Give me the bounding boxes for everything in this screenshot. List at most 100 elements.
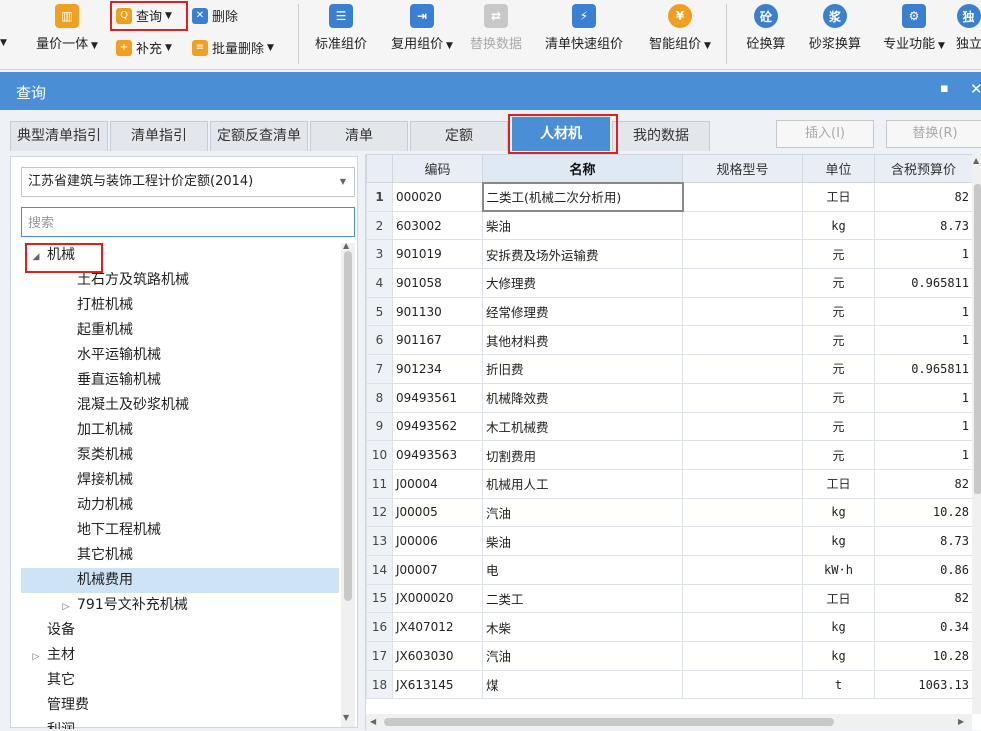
tree-item[interactable]: 水平运输机械 xyxy=(21,343,339,368)
cell-spec[interactable] xyxy=(682,325,803,356)
table-row[interactable]: 14 J00007 电 kW·h 0.86 xyxy=(366,554,973,585)
tree-item[interactable]: 加工机械 xyxy=(21,418,339,443)
cell-unit[interactable]: 工日 xyxy=(802,583,875,614)
cell-name[interactable]: 电 xyxy=(482,554,683,585)
table-row[interactable]: 10 09493563 切割费用 元 1 xyxy=(366,440,973,470)
tree-item[interactable]: 机械费用 xyxy=(21,568,339,593)
tree-item[interactable]: 焊接机械 xyxy=(21,468,339,493)
cell-name[interactable]: 汽油 xyxy=(482,641,683,671)
row-index[interactable]: 18 xyxy=(366,669,393,700)
cell-code[interactable]: 09493563 xyxy=(392,440,483,470)
cell-unit[interactable]: 元 xyxy=(802,325,875,356)
tree-item[interactable]: 其它 xyxy=(21,668,339,693)
quick-group-button[interactable]: ⚡ 清单快速组价 xyxy=(536,4,632,52)
table-scroll-thumb[interactable] xyxy=(974,184,981,494)
overflow-left-button[interactable]: ▼ xyxy=(0,38,7,48)
cell-name[interactable]: 煤 xyxy=(482,669,683,700)
row-index[interactable]: 16 xyxy=(366,612,393,642)
cell-code[interactable]: 901167 xyxy=(392,325,483,356)
row-index[interactable]: 6 xyxy=(366,325,393,356)
cell-spec[interactable] xyxy=(682,497,803,528)
cell-name[interactable]: 二类工 xyxy=(482,583,683,614)
cell-price[interactable]: 0.86 xyxy=(874,554,973,585)
cell-code[interactable]: 000020 xyxy=(392,182,483,212)
cell-code[interactable]: 09493561 xyxy=(392,382,483,413)
cell-unit[interactable]: kg xyxy=(802,497,875,528)
scroll-down-icon[interactable]: ▼ xyxy=(343,713,349,722)
cell-spec[interactable] xyxy=(682,440,803,470)
cell-name[interactable]: 柴油 xyxy=(482,526,683,556)
cell-code[interactable]: 603002 xyxy=(392,210,483,241)
table-row[interactable]: 16 JX407012 木柴 kg 0.34 xyxy=(366,612,973,642)
cell-spec[interactable] xyxy=(682,554,803,585)
tree-item[interactable]: 管理费 xyxy=(21,693,339,718)
cell-name[interactable]: 切割费用 xyxy=(482,440,683,470)
cell-price[interactable]: 82 xyxy=(874,583,973,614)
pro-function-button[interactable]: ⚙ 专业功能 ▼ xyxy=(874,4,954,52)
query-button[interactable]: Q 查询 ▼ xyxy=(116,6,172,25)
cell-unit[interactable]: kg xyxy=(802,526,875,556)
tree-item[interactable]: 混凝土及砂浆机械 xyxy=(21,393,339,418)
cell-code[interactable]: 901130 xyxy=(392,296,483,327)
header-price[interactable]: 含税预算价 xyxy=(874,154,973,183)
cell-code[interactable]: J00007 xyxy=(392,554,483,585)
cell-price[interactable]: 1063.13 xyxy=(874,669,973,700)
cell-unit[interactable]: 元 xyxy=(802,440,875,470)
cell-unit[interactable]: kg xyxy=(802,641,875,671)
table-row[interactable]: 17 JX603030 汽油 kg 10.28 xyxy=(366,641,973,671)
cell-unit[interactable]: kg xyxy=(802,612,875,642)
header-unit[interactable]: 单位 xyxy=(802,154,875,183)
cell-code[interactable]: JX613145 xyxy=(392,669,483,700)
cell-price[interactable]: 82 xyxy=(874,182,973,212)
cell-name[interactable]: 机械用人工 xyxy=(482,468,683,499)
search-input[interactable] xyxy=(21,207,355,237)
cell-name[interactable]: 机械降效费 xyxy=(482,382,683,413)
cell-spec[interactable] xyxy=(682,583,803,614)
tree-item[interactable]: 地下工程机械 xyxy=(21,518,339,543)
expand-arrow-icon[interactable]: ◢ xyxy=(29,245,43,270)
cell-price[interactable]: 0.34 xyxy=(874,612,973,642)
cell-price[interactable]: 1 xyxy=(874,325,973,356)
tab-quota-reverse-list[interactable]: 定额反查清单 xyxy=(210,121,308,151)
table-row[interactable]: 11 J00004 机械用人工 工日 82 xyxy=(366,468,973,499)
replace-data-button[interactable]: ⇄ 替换数据 xyxy=(464,4,528,52)
cell-unit[interactable]: 元 xyxy=(802,382,875,413)
cell-unit[interactable]: 元 xyxy=(802,411,875,442)
insert-button[interactable]: 插入(I) xyxy=(776,120,874,148)
cell-spec[interactable] xyxy=(682,354,803,384)
cell-code[interactable]: J00004 xyxy=(392,468,483,499)
replace-button[interactable]: 替换(R) xyxy=(886,120,981,148)
cell-unit[interactable]: kg xyxy=(802,210,875,241)
quantity-price-button[interactable]: ▥ 量价一体 ▼ xyxy=(30,4,104,52)
table-row[interactable]: 3 901019 安拆费及场外运输费 元 1 xyxy=(366,239,973,270)
cell-code[interactable]: JX407012 xyxy=(392,612,483,642)
cell-code[interactable]: 901234 xyxy=(392,354,483,384)
row-index[interactable]: 13 xyxy=(366,526,393,556)
cell-spec[interactable] xyxy=(682,411,803,442)
row-index[interactable]: 12 xyxy=(366,497,393,528)
row-index[interactable]: 4 xyxy=(366,268,393,298)
supplement-button[interactable]: + 补充 ▼ xyxy=(116,38,172,57)
reuse-group-button[interactable]: ⇥ 复用组价 ▼ xyxy=(382,4,462,52)
cell-name[interactable]: 其他材料费 xyxy=(482,325,683,356)
tree-item[interactable]: 其它机械 xyxy=(21,543,339,568)
cell-name[interactable]: 柴油 xyxy=(482,210,683,241)
table-vertical-scrollbar[interactable]: ▲ xyxy=(972,154,981,714)
cell-name[interactable]: 安拆费及场外运输费 xyxy=(482,239,683,270)
table-horizontal-scrollbar[interactable]: ◀ ▶ xyxy=(366,714,972,730)
cell-code[interactable]: JX000020 xyxy=(392,583,483,614)
tree-item[interactable]: 设备 xyxy=(21,618,339,643)
cell-price[interactable]: 1 xyxy=(874,296,973,327)
tree-item[interactable]: 垂直运输机械 xyxy=(21,368,339,393)
cell-spec[interactable] xyxy=(682,526,803,556)
table-row[interactable]: 15 JX000020 二类工 工日 82 xyxy=(366,583,973,614)
tree-scroll-thumb[interactable] xyxy=(344,251,352,601)
tab-list-guide[interactable]: 清单指引 xyxy=(110,121,208,151)
header-name[interactable]: 名称 xyxy=(482,154,683,183)
independent-button[interactable]: 独 独立 xyxy=(956,4,981,52)
tab-my-data[interactable]: 我的数据 xyxy=(612,121,710,151)
standard-group-button[interactable]: ☰ 标准组价 xyxy=(306,4,376,52)
cell-price[interactable]: 1 xyxy=(874,382,973,413)
cell-price[interactable]: 10.28 xyxy=(874,641,973,671)
tree-item[interactable]: 利润 xyxy=(21,718,339,729)
